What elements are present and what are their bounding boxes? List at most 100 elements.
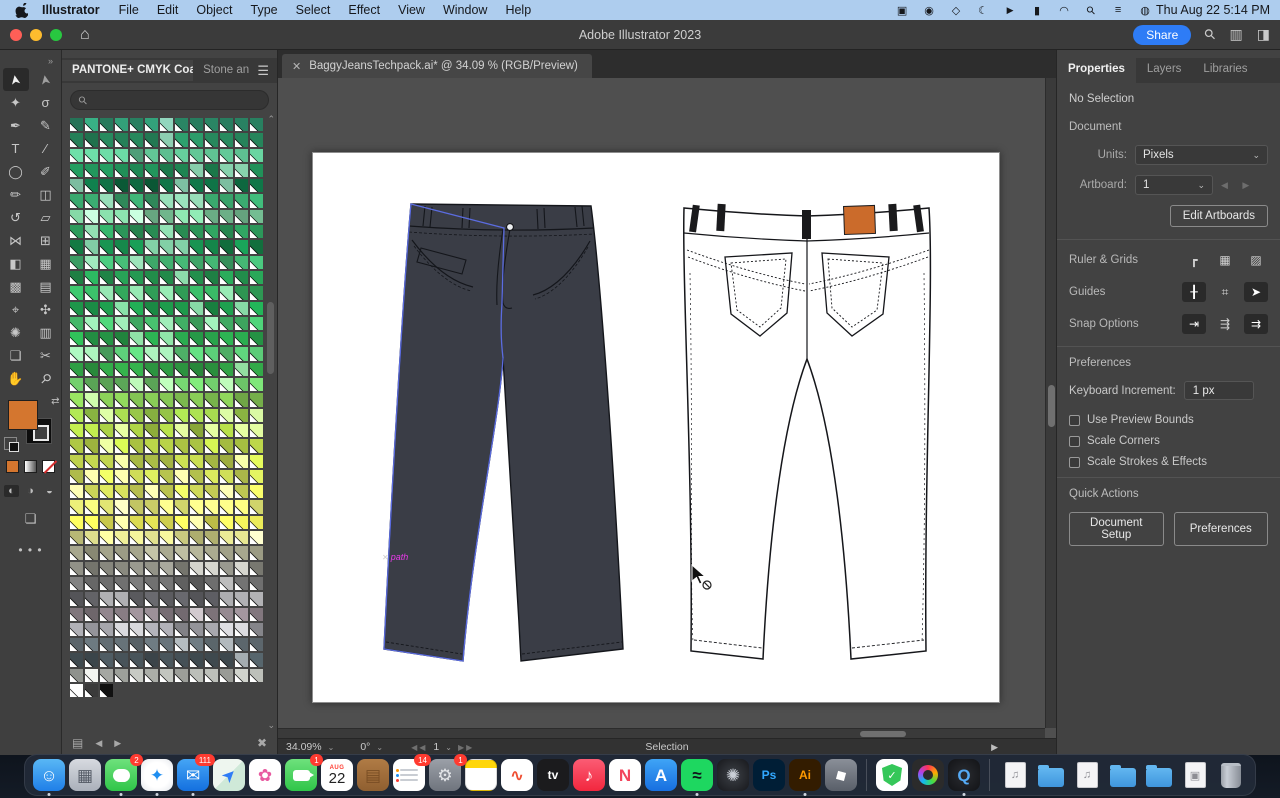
eyedropper-tool[interactable]: ⌖: [3, 298, 29, 321]
color-swatch[interactable]: [100, 194, 113, 208]
color-swatch[interactable]: [70, 469, 83, 484]
color-swatch[interactable]: [115, 607, 128, 621]
color-swatch[interactable]: [85, 469, 98, 484]
color-swatch[interactable]: [175, 638, 188, 652]
color-swatch[interactable]: [175, 362, 188, 377]
dock-quicktime[interactable]: Q: [948, 759, 980, 796]
color-swatch[interactable]: [115, 439, 128, 453]
color-swatch[interactable]: [160, 638, 173, 652]
color-swatch[interactable]: [145, 439, 158, 453]
color-swatch[interactable]: [235, 163, 248, 178]
dock-system-settings[interactable]: ⚙ 1: [429, 754, 467, 791]
color-swatch[interactable]: [175, 194, 188, 208]
color-swatch[interactable]: [250, 133, 263, 147]
canvas-vertical-scrollbar[interactable]: [1045, 78, 1056, 728]
color-swatch[interactable]: [190, 531, 203, 545]
color-swatch[interactable]: [145, 118, 158, 132]
color-swatch[interactable]: [205, 531, 218, 545]
color-swatch[interactable]: [100, 118, 113, 132]
color-swatch[interactable]: [175, 592, 188, 606]
transparency-grid-icon[interactable]: ▨: [1244, 250, 1268, 270]
color-swatch[interactable]: [100, 362, 113, 377]
color-swatch[interactable]: [235, 362, 248, 377]
color-swatch[interactable]: [85, 500, 98, 514]
color-swatch[interactable]: [250, 163, 263, 178]
color-swatch[interactable]: [175, 163, 188, 178]
color-swatch[interactable]: [70, 270, 83, 285]
color-swatch[interactable]: [205, 133, 218, 147]
color-swatch[interactable]: [205, 332, 218, 346]
color-swatch[interactable]: [70, 515, 83, 530]
color-swatch[interactable]: [160, 163, 173, 178]
color-swatch[interactable]: [250, 485, 263, 499]
color-swatch[interactable]: [235, 561, 248, 575]
color-swatch[interactable]: [205, 485, 218, 499]
color-swatch[interactable]: [235, 469, 248, 484]
color-swatch[interactable]: [85, 607, 98, 621]
color-swatch[interactable]: [100, 439, 113, 453]
color-swatch[interactable]: [190, 316, 203, 331]
color-swatch[interactable]: [235, 500, 248, 514]
color-swatch[interactable]: [175, 485, 188, 499]
color-swatch[interactable]: [130, 576, 143, 591]
color-swatch[interactable]: [145, 148, 158, 162]
dock-music[interactable]: ♪: [573, 759, 605, 791]
color-swatch[interactable]: [175, 179, 188, 193]
color-swatch[interactable]: [145, 668, 158, 682]
color-swatch[interactable]: [175, 576, 188, 591]
menu-item-select[interactable]: Select: [287, 3, 340, 17]
dock-fitness[interactable]: ∿: [501, 759, 533, 791]
color-swatch[interactable]: [115, 546, 128, 560]
color-swatch[interactable]: [85, 148, 98, 162]
color-swatch[interactable]: [250, 607, 263, 621]
color-swatch[interactable]: [145, 607, 158, 621]
color-swatch[interactable]: [190, 255, 203, 269]
next-artboard-icon[interactable]: ▶▶: [458, 743, 474, 752]
panel-menu-icon[interactable]: ☰: [249, 63, 277, 79]
color-swatch[interactable]: [85, 454, 98, 468]
color-swatch[interactable]: [175, 148, 188, 162]
color-swatch[interactable]: [205, 270, 218, 285]
color-swatch[interactable]: [145, 225, 158, 239]
color-swatch[interactable]: [160, 378, 173, 392]
color-swatch[interactable]: [115, 209, 128, 224]
color-swatch[interactable]: [250, 622, 263, 637]
menu-item-window[interactable]: Window: [434, 3, 496, 17]
color-swatch[interactable]: [100, 668, 113, 682]
color-swatch[interactable]: [100, 515, 113, 530]
color-swatch[interactable]: [205, 209, 218, 224]
color-swatch[interactable]: [115, 423, 128, 438]
color-swatch[interactable]: [145, 209, 158, 224]
color-swatch[interactable]: [145, 622, 158, 637]
color-swatch[interactable]: [235, 179, 248, 193]
artboard[interactable]: [312, 152, 1000, 703]
color-swatch[interactable]: [220, 378, 233, 392]
color-swatch[interactable]: [160, 561, 173, 575]
color-swatch[interactable]: [220, 408, 233, 422]
artboard-select[interactable]: 1 ⌄: [1135, 175, 1213, 195]
color-swatch[interactable]: [250, 439, 263, 453]
color-swatch[interactable]: [70, 148, 83, 162]
color-swatch[interactable]: [235, 286, 248, 300]
color-swatch[interactable]: [70, 500, 83, 514]
color-swatch[interactable]: [130, 653, 143, 667]
color-swatch[interactable]: [85, 638, 98, 652]
swatch-search-input[interactable]: ⚲: [70, 90, 269, 110]
color-swatch[interactable]: [235, 454, 248, 468]
color-swatch[interactable]: [235, 653, 248, 667]
color-swatch[interactable]: [100, 225, 113, 239]
swatches-tab-stone[interactable]: Stone an: [193, 60, 249, 81]
color-swatch[interactable]: [85, 546, 98, 560]
color-swatch[interactable]: [70, 209, 83, 224]
color-swatch[interactable]: [190, 592, 203, 606]
color-swatch[interactable]: [85, 209, 98, 224]
color-swatch[interactable]: [130, 209, 143, 224]
color-swatch[interactable]: [130, 148, 143, 162]
edit-toolbar-icon[interactable]: • • •: [18, 543, 42, 557]
color-swatch[interactable]: [160, 225, 173, 239]
color-swatch[interactable]: [190, 485, 203, 499]
color-swatch[interactable]: [250, 255, 263, 269]
color-swatch[interactable]: [250, 515, 263, 530]
color-swatch[interactable]: [130, 546, 143, 560]
color-swatch[interactable]: [235, 270, 248, 285]
